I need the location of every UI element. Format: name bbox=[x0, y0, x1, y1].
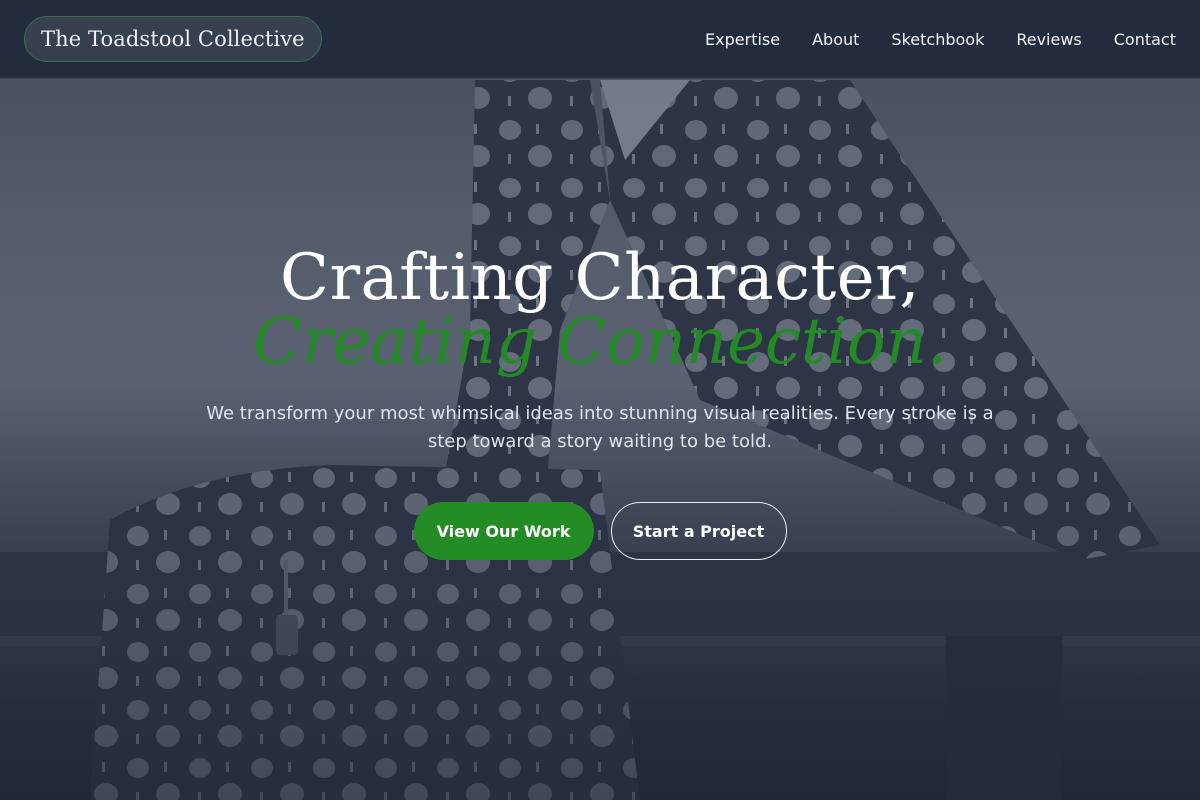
brand-logo[interactable]: The Toadstool Collective bbox=[24, 16, 322, 62]
nav-link-sketchbook[interactable]: Sketchbook bbox=[891, 30, 984, 49]
nav-links: Expertise About Sketchbook Reviews Conta… bbox=[705, 30, 1176, 49]
nav-link-about[interactable]: About bbox=[812, 30, 859, 49]
nav-link-expertise[interactable]: Expertise bbox=[705, 30, 780, 49]
view-our-work-button[interactable]: View Our Work bbox=[413, 502, 594, 560]
hero-headline-accent: Creating Connection. bbox=[252, 305, 948, 379]
start-a-project-button[interactable]: Start a Project bbox=[610, 502, 787, 560]
nav-link-reviews[interactable]: Reviews bbox=[1016, 30, 1081, 49]
hero-subtitle: We transform your most whimsical ideas i… bbox=[206, 403, 994, 452]
hero-cta-row: View Our Work Start a Project bbox=[0, 502, 1200, 560]
nav-link-contact[interactable]: Contact bbox=[1114, 30, 1176, 49]
hero-section: Crafting Character, Creating Connection.… bbox=[0, 240, 1200, 560]
top-navigation: The Toadstool Collective Expertise About… bbox=[0, 0, 1200, 79]
